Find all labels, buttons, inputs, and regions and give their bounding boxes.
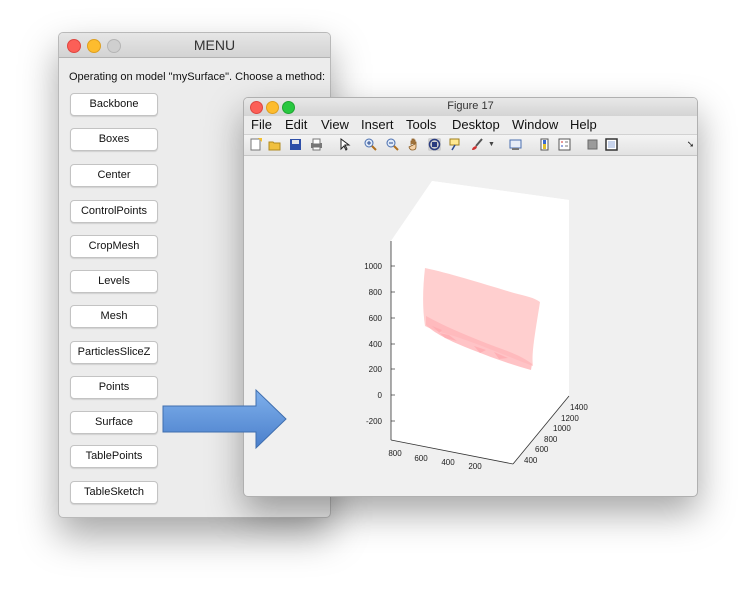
menu-file[interactable]: File (251, 117, 272, 132)
figure-menubar: File Edit View Insert Tools Desktop Wind… (244, 116, 697, 134)
figure-toolbar: ▼ ➘ (244, 134, 697, 156)
y-tick-label: 1400 (570, 403, 588, 412)
points-button[interactable]: Points (70, 376, 158, 399)
cropmesh-button[interactable]: CropMesh (70, 235, 158, 258)
particlesslicez-button[interactable]: ParticlesSliceZ (70, 341, 158, 364)
menu-desktop[interactable]: Desktop (452, 117, 500, 132)
menu-help[interactable]: Help (570, 117, 597, 132)
open-file-icon[interactable] (268, 138, 281, 151)
arrow-right-icon (162, 388, 287, 450)
pan-hand-icon[interactable] (408, 138, 421, 151)
boxes-button[interactable]: Boxes (70, 128, 158, 151)
show-plot-tools-icon[interactable] (605, 138, 618, 151)
backbone-button[interactable]: Backbone (70, 93, 158, 116)
z-tick-label: 0 (378, 391, 383, 400)
data-cursor-icon[interactable] (449, 138, 462, 151)
z-tick-label: 200 (369, 365, 383, 374)
method-prompt: Operating on model "mySurface". Choose a… (69, 71, 326, 83)
link-plot-icon[interactable] (509, 138, 522, 151)
menu-edit[interactable]: Edit (285, 117, 307, 132)
dock-icon[interactable]: ➘ (684, 138, 697, 151)
x-tick-label: 200 (468, 462, 482, 471)
hide-plot-tools-icon[interactable] (586, 138, 599, 151)
y-tick-label: 600 (535, 445, 549, 454)
figure-window: Figure 17 File Edit View Insert Tools De… (243, 97, 698, 497)
zoom-in-icon[interactable] (364, 138, 377, 151)
menu-view[interactable]: View (321, 117, 349, 132)
axes-area[interactable]: 1000 800 600 400 200 0 -200 800 600 400 … (244, 156, 697, 496)
tablepoints-button[interactable]: TablePoints (70, 445, 158, 468)
mesh-button[interactable]: Mesh (70, 305, 158, 328)
x-tick-label: 600 (414, 454, 428, 463)
brush-icon[interactable] (471, 138, 484, 151)
zoom-out-icon[interactable] (386, 138, 399, 151)
menu-window-title: MENU (193, 37, 236, 53)
print-icon[interactable] (310, 138, 323, 151)
y-tick-label: 1200 (561, 414, 579, 423)
y-tick-label: 800 (544, 435, 558, 444)
z-tick-label: 800 (369, 288, 383, 297)
controlpoints-button[interactable]: ControlPoints (70, 200, 158, 223)
y-tick-label: 400 (524, 456, 538, 465)
menu-titlebar: MENU (59, 33, 330, 58)
menu-insert[interactable]: Insert (361, 117, 394, 132)
z-tick-label: 1000 (364, 262, 382, 271)
colorbar-icon[interactable] (538, 138, 551, 151)
figure-titlebar: Figure 17 (244, 98, 697, 116)
z-tick-label: 400 (369, 340, 383, 349)
brush-dropdown-icon[interactable]: ▼ (485, 138, 498, 151)
save-icon[interactable] (289, 138, 302, 151)
z-tick-label: -200 (366, 417, 383, 426)
pointer-icon[interactable] (338, 138, 351, 151)
new-figure-icon[interactable] (249, 138, 262, 151)
figure-title: Figure 17 (447, 100, 494, 112)
x-tick-label: 800 (388, 449, 402, 458)
x-tick-label: 400 (441, 458, 455, 467)
z-tick-label: 600 (369, 314, 383, 323)
legend-icon[interactable] (558, 138, 571, 151)
y-tick-label: 1000 (553, 424, 571, 433)
menu-window[interactable]: Window (512, 117, 558, 132)
center-button[interactable]: Center (70, 164, 158, 187)
tablesketch-button[interactable]: TableSketch (70, 481, 158, 504)
surface-button[interactable]: Surface (70, 411, 158, 434)
rotate-3d-icon[interactable] (428, 138, 441, 151)
menu-tools[interactable]: Tools (406, 117, 436, 132)
levels-button[interactable]: Levels (70, 270, 158, 293)
